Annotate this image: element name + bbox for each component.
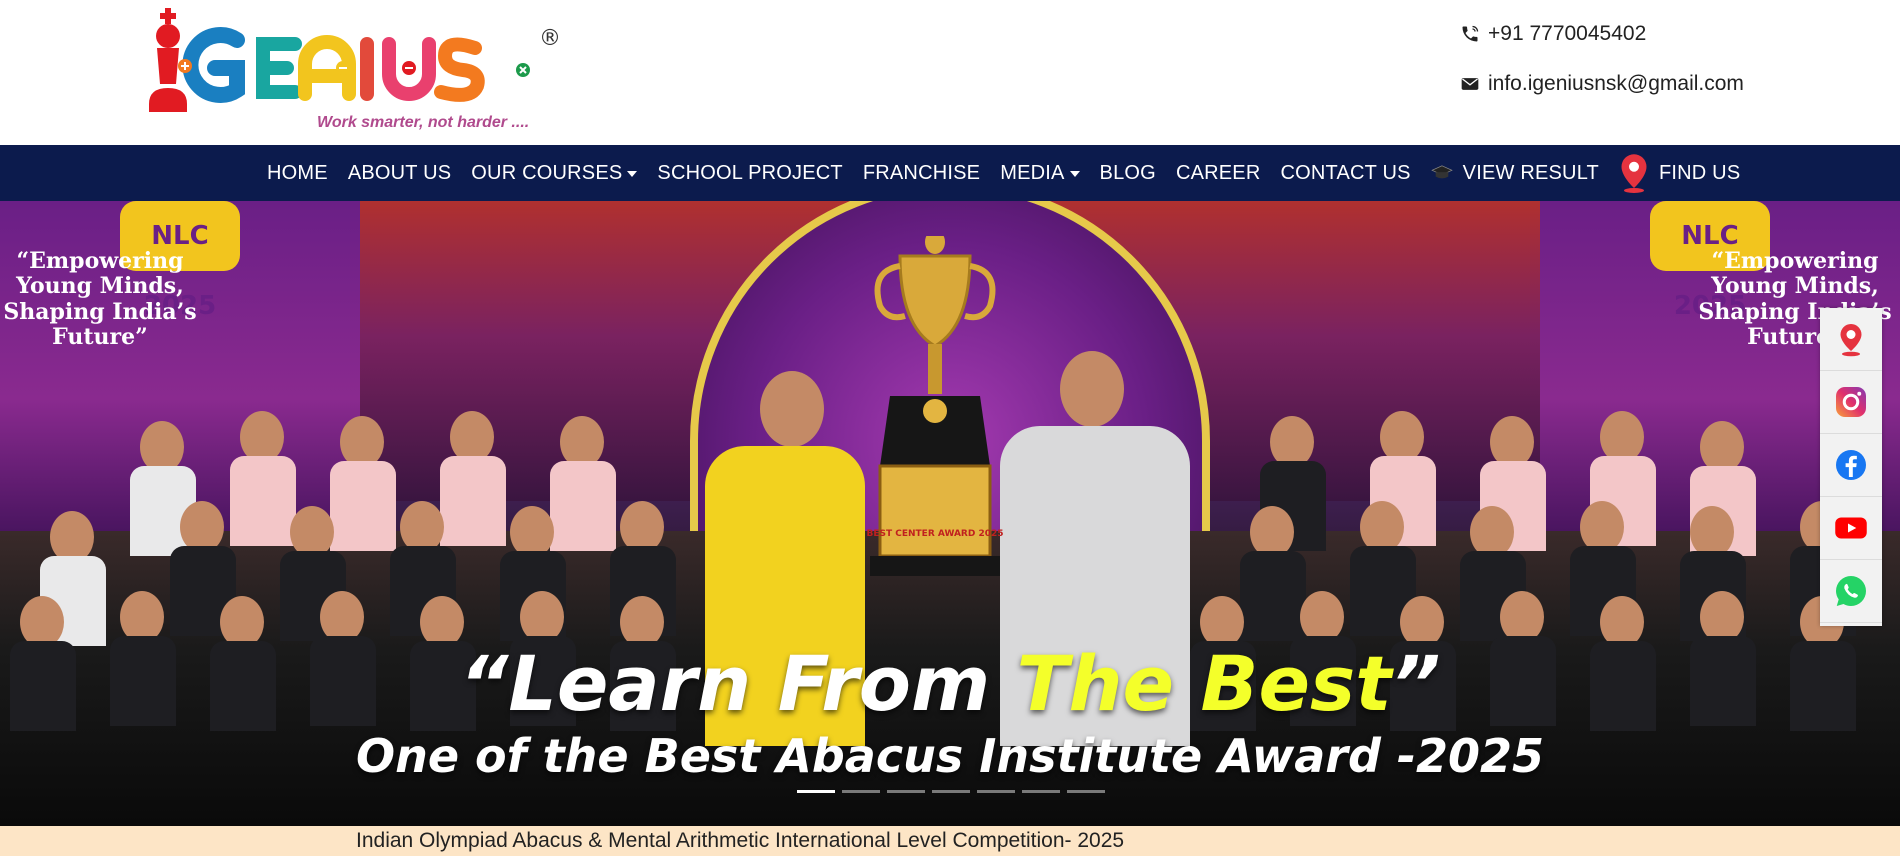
nav-home[interactable]: HOME bbox=[257, 145, 338, 201]
nav-contact-us[interactable]: CONTACT US bbox=[1271, 145, 1421, 201]
chevron-down-icon bbox=[1069, 171, 1080, 177]
location-icon bbox=[1840, 324, 1862, 357]
nav-blog-label: BLOG bbox=[1099, 161, 1156, 184]
nav-our-courses[interactable]: OUR COURSES bbox=[461, 145, 647, 201]
quote-close: ” bbox=[1391, 639, 1441, 728]
chevron-down-icon bbox=[627, 171, 638, 177]
nav-school-label: SCHOOL PROJECT bbox=[657, 161, 843, 184]
headline-text: Learn From bbox=[508, 639, 1017, 728]
social-whatsapp-link[interactable] bbox=[1820, 560, 1882, 623]
brand-tagline: Work smarter, not harder .... bbox=[317, 114, 530, 131]
header: ® Work smarter, not harder .... +91 7770… bbox=[0, 0, 1900, 145]
awardee-right bbox=[1060, 351, 1124, 427]
main-navbar: HOME ABOUT US OUR COURSES SCHOOL PROJECT… bbox=[0, 145, 1900, 201]
nav-career-label: CAREER bbox=[1175, 161, 1261, 184]
awardee-left bbox=[760, 371, 824, 447]
email-address: info.igeniusnsk@gmail.com bbox=[1488, 72, 1744, 95]
nav-contact-label: CONTACT US bbox=[1280, 161, 1411, 184]
igenius-logo-icon bbox=[149, 8, 530, 112]
nav-find-us-label: FIND US bbox=[1658, 161, 1741, 184]
social-instagram-link[interactable] bbox=[1820, 371, 1882, 434]
nav-about-label: ABOUT US bbox=[347, 161, 452, 184]
award-plaque: BEST CENTER AWARD 2025 bbox=[866, 529, 1003, 539]
carousel-indicator-3[interactable] bbox=[887, 790, 925, 793]
social-youtube-link[interactable] bbox=[1820, 497, 1882, 560]
brand-logo[interactable]: ® Work smarter, not harder .... bbox=[145, 8, 565, 136]
carousel-indicator-7[interactable] bbox=[1067, 790, 1105, 793]
envelope-icon bbox=[1461, 78, 1479, 90]
carousel-indicator-1[interactable] bbox=[797, 790, 835, 793]
nav-view-result[interactable]: VIEW RESULT bbox=[1421, 145, 1609, 201]
phone-contact[interactable]: +91 7770045402 bbox=[1460, 22, 1646, 46]
left-banner-text: “Empowering Young Minds, Shaping India’s… bbox=[3, 248, 197, 350]
phone-number: +91 7770045402 bbox=[1488, 22, 1647, 45]
nav-franchise-label: FRANCHISE bbox=[862, 161, 981, 184]
social-sidebar bbox=[1820, 308, 1882, 626]
carousel-indicator-6[interactable] bbox=[1022, 790, 1060, 793]
facebook-icon bbox=[1836, 450, 1866, 480]
hero-subheadline: One of the Best Abacus Institute Award -… bbox=[355, 729, 1545, 783]
nav-courses-label: OUR COURSES bbox=[471, 161, 623, 184]
nav-home-label: HOME bbox=[267, 161, 328, 184]
nav-media[interactable]: MEDIA bbox=[990, 145, 1089, 201]
whatsapp-icon bbox=[1836, 576, 1866, 606]
email-contact[interactable]: info.igeniusnsk@gmail.com bbox=[1460, 72, 1744, 96]
nav-menu: HOME ABOUT US OUR COURSES SCHOOL PROJECT… bbox=[257, 145, 1750, 201]
social-facebook-link[interactable] bbox=[1820, 434, 1882, 497]
instagram-icon bbox=[1836, 387, 1866, 417]
map-pin-icon bbox=[1619, 153, 1649, 193]
hero-headline: “Learn From The Best” bbox=[0, 639, 1900, 728]
quote-open: “ bbox=[459, 639, 509, 728]
registered-mark: ® bbox=[539, 26, 561, 51]
trophy-icon: BEST CENTER AWARD 2025 bbox=[866, 236, 1004, 576]
nav-franchise[interactable]: FRANCHISE bbox=[853, 145, 990, 201]
carousel-indicator-4[interactable] bbox=[932, 790, 970, 793]
nav-school-project[interactable]: SCHOOL PROJECT bbox=[647, 145, 852, 201]
nav-about-us[interactable]: ABOUT US bbox=[338, 145, 461, 201]
carousel-indicator-2[interactable] bbox=[842, 790, 880, 793]
carousel-indicators bbox=[797, 790, 1105, 793]
nav-career[interactable]: CAREER bbox=[1166, 145, 1271, 201]
phone-icon bbox=[1462, 25, 1479, 42]
youtube-icon bbox=[1835, 517, 1867, 539]
ticker-text: Indian Olympiad Abacus & Mental Arithmet… bbox=[356, 829, 1125, 852]
nav-find-us[interactable]: FIND US bbox=[1609, 145, 1750, 201]
graduation-cap-icon bbox=[1430, 164, 1453, 182]
nav-media-label: MEDIA bbox=[1000, 161, 1065, 184]
hero-carousel[interactable]: NLC 2025 “Empowering Young Minds, Shapin… bbox=[0, 201, 1900, 826]
headline-highlight: The Best bbox=[1016, 639, 1392, 728]
carousel-indicator-5[interactable] bbox=[977, 790, 1015, 793]
nav-view-result-label: VIEW RESULT bbox=[1462, 161, 1599, 184]
news-ticker[interactable]: Indian Olympiad Abacus & Mental Arithmet… bbox=[0, 826, 1900, 856]
social-location-link[interactable] bbox=[1820, 308, 1882, 371]
nav-blog[interactable]: BLOG bbox=[1090, 145, 1166, 201]
